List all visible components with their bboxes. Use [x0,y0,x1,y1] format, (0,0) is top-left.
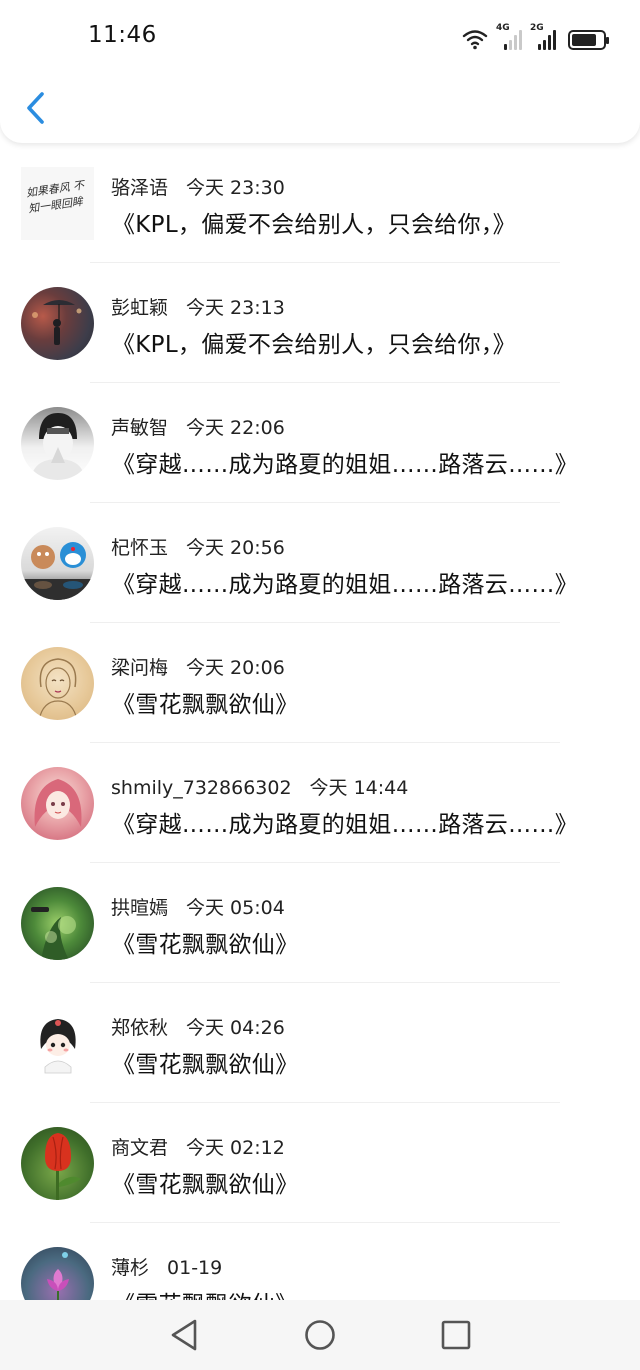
screen: 11:46 4G 2G 如果春风 不知一眼回眸 骆泽语 今天 23:30 《KP… [0,0,640,1370]
comment-meta: 薄杉 01-19 [111,1253,222,1280]
comment-time: 今天 05:04 [186,897,285,919]
avatar-image [45,1133,81,1200]
avatar-image [31,413,85,480]
user-name[interactable]: 声敏智 [111,417,168,439]
avatar[interactable] [21,1247,94,1300]
comment-meta: 拱暄嫣 今天 05:04 [111,893,285,920]
comment-meta: 商文君 今天 02:12 [111,1133,285,1160]
user-name[interactable]: 梁问梅 [111,657,168,679]
comment-meta: shmily_732866302 今天 14:44 [111,773,408,800]
list-item[interactable]: 彭虹颖 今天 23:13 《KPL，偏爱不会给别人，只会给你，》 [0,263,640,383]
list-item[interactable]: 梁问梅 今天 20:06 《雪花飘飘欲仙》 [0,623,640,743]
list-item[interactable]: 如果春风 不知一眼回眸 骆泽语 今天 23:30 《KPL，偏爱不会给别人，只会给… [0,143,640,263]
system-nav-bar [0,1300,640,1370]
comment-meta: 骆泽语 今天 23:30 [111,173,285,200]
comment-meta: 梁问梅 今天 20:06 [111,653,285,680]
comment-message: 《雪花飘飘欲仙》 [112,1172,299,1198]
signal-4g-label: 4G [496,23,510,33]
comment-message: 《雪花飘飘欲仙》 [112,692,299,718]
battery-icon [568,30,609,50]
avatar-image [47,1252,69,1300]
avatar[interactable]: 如果春风 不知一眼回眸 [21,167,94,240]
avatar-calligraphy: 如果春风 不知一眼回眸 [25,178,85,216]
comment-time: 01-19 [167,1257,223,1279]
comment-time: 今天 23:13 [186,297,285,319]
avatar[interactable] [21,1127,94,1200]
user-name[interactable]: 彭虹颖 [111,297,168,319]
status-bar: 11:46 4G 2G [0,0,640,70]
avatar[interactable] [21,767,94,840]
avatar[interactable] [21,527,94,600]
list-item[interactable]: 郑依秋 今天 04:26 《雪花飘飘欲仙》 [0,983,640,1103]
comment-message: 《KPL，偏爱不会给别人，只会给你，》 [112,332,516,358]
comment-message: 《穿越……成为路夏的姐姐……路落云……》 [112,812,578,838]
avatar-image [31,907,76,960]
comment-message: 《穿越……成为路夏的姐姐……路落云……》 [112,452,578,478]
comment-time: 今天 14:44 [309,777,409,799]
comment-time: 今天 04:26 [186,1017,285,1039]
comment-message: 《雪花飘飘欲仙》 [112,1052,299,1078]
avatar[interactable] [21,407,94,480]
avatar-image [40,1019,76,1074]
comment-time: 今天 20:06 [186,657,285,679]
user-name[interactable]: 拱暄嫣 [111,897,168,919]
comment-message: 《穿越……成为路夏的姐姐……路落云……》 [112,572,578,598]
user-name[interactable]: 骆泽语 [111,177,168,199]
comment-message: 《雪花飘飘欲仙》 [112,1285,298,1300]
avatar-image [34,779,82,827]
user-name[interactable]: 商文君 [111,1137,168,1159]
list-item[interactable]: 拱暄嫣 今天 05:04 《雪花飘飘欲仙》 [0,863,640,983]
avatar[interactable] [21,647,94,720]
status-icons: 4G 2G [462,23,609,50]
comment-list: 如果春风 不知一眼回眸 骆泽语 今天 23:30 《KPL，偏爱不会给别人，只会给… [0,143,640,1300]
signal-2g-label: 2G [530,23,544,33]
avatar-image [38,658,78,720]
signal-4g-icon: 4G [496,23,522,50]
status-time: 11:46 [88,22,157,48]
comment-time: 今天 23:30 [186,177,285,199]
comment-meta: 声敏智 今天 22:06 [111,413,285,440]
user-name[interactable]: 杞怀玉 [111,537,168,559]
square-recents-icon[interactable] [437,1316,475,1354]
comment-time: 今天 22:06 [186,417,285,439]
avatar-image [32,300,82,345]
user-name[interactable]: shmily_732866302 [111,777,292,799]
avatar[interactable] [21,287,94,360]
list-item[interactable]: 薄杉 01-19 《雪花飘飘欲仙》 [0,1223,640,1300]
top-header: 11:46 4G 2G [0,0,640,143]
list-item[interactable]: 杞怀玉 今天 20:56 《穿越……成为路夏的姐姐……路落云……》 [0,503,640,623]
avatar[interactable] [21,887,94,960]
comment-meta: 杞怀玉 今天 20:56 [111,533,285,560]
comment-message: 《雪花飘飘欲仙》 [112,932,299,958]
comment-time: 今天 20:56 [186,537,285,559]
avatar-image [21,542,94,600]
back-button[interactable] [18,88,54,128]
wifi-icon [462,30,488,50]
comment-message: 《KPL，偏爱不会给别人，只会给你，》 [112,212,516,238]
user-name[interactable]: 薄杉 [111,1257,149,1279]
signal-2g-icon: 2G [530,23,556,50]
list-item[interactable]: shmily_732866302 今天 14:44 《穿越……成为路夏的姐姐……路… [0,743,640,863]
comment-meta: 郑依秋 今天 04:26 [111,1013,285,1040]
user-name[interactable]: 郑依秋 [111,1017,168,1039]
comment-time: 今天 02:12 [186,1137,285,1159]
list-item[interactable]: 商文君 今天 02:12 《雪花飘飘欲仙》 [0,1103,640,1223]
avatar[interactable] [21,1007,94,1080]
list-item[interactable]: 声敏智 今天 22:06 《穿越……成为路夏的姐姐……路落云……》 [0,383,640,503]
circle-home-icon[interactable] [301,1316,339,1354]
comment-meta: 彭虹颖 今天 23:13 [111,293,285,320]
triangle-back-icon[interactable] [165,1316,203,1354]
